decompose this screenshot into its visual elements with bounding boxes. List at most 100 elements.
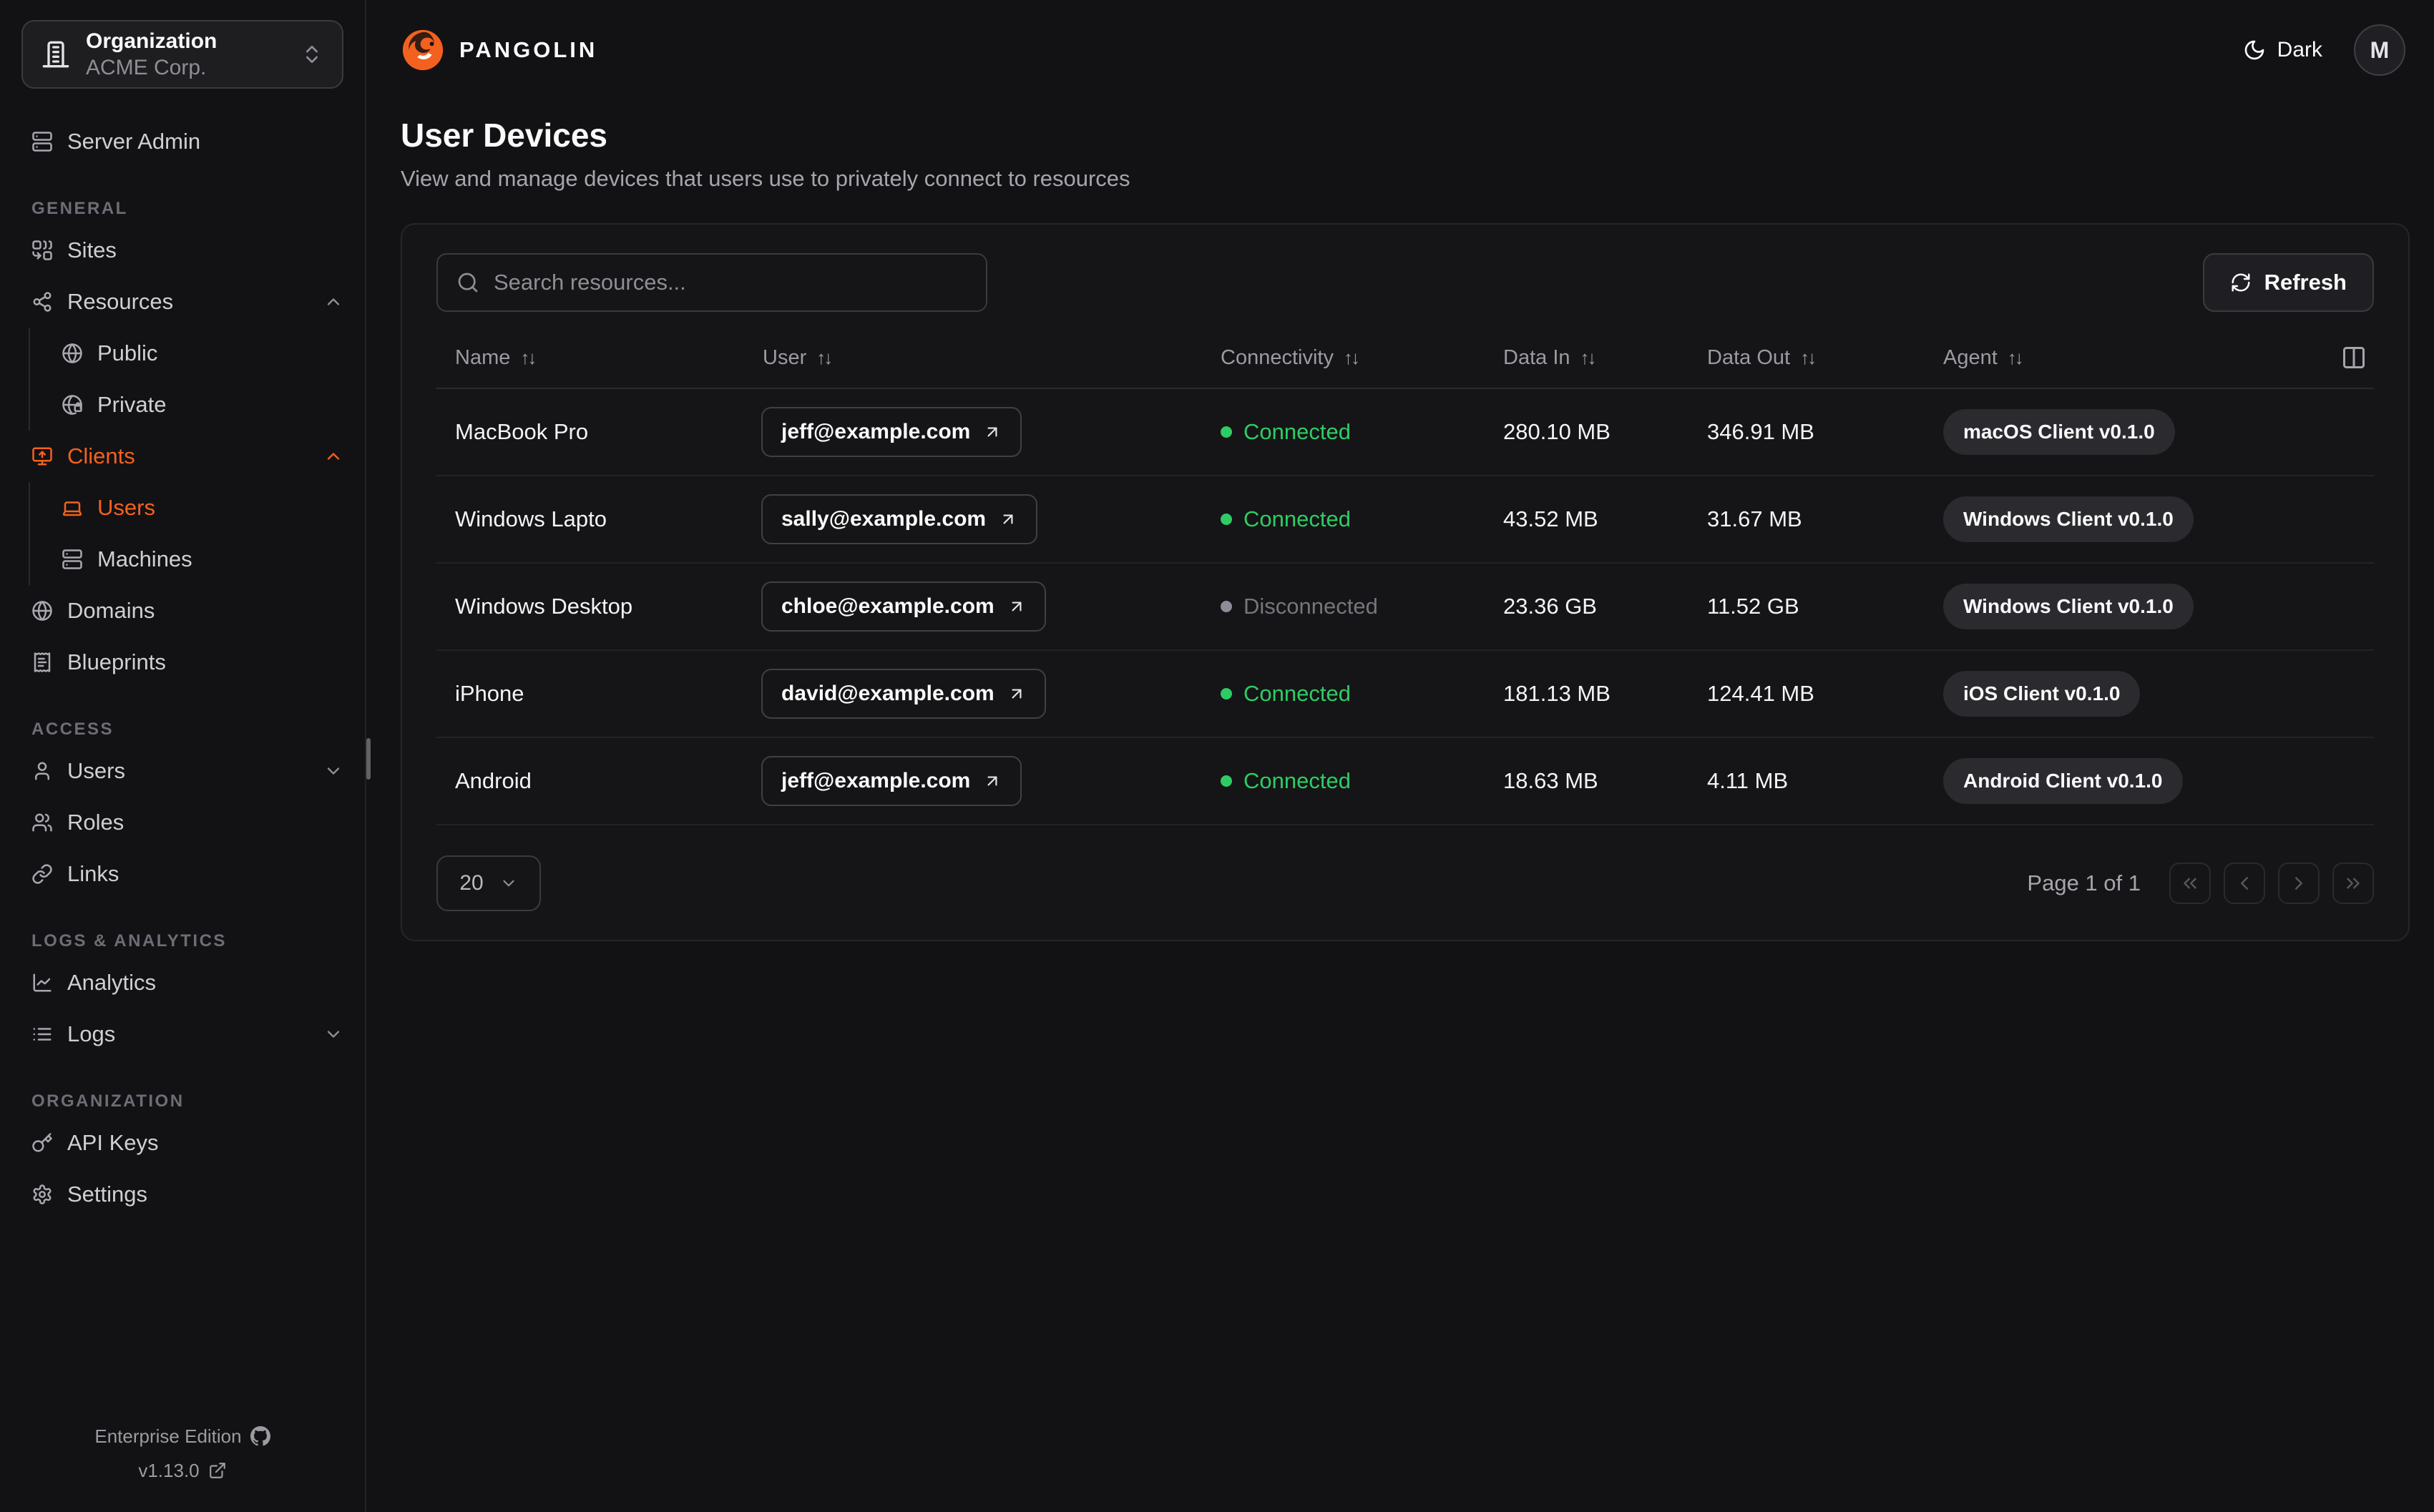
- sidebar-item-analytics[interactable]: Analytics: [0, 957, 365, 1008]
- brand[interactable]: PANGOLIN: [401, 28, 597, 72]
- sidebar-item-label: Public: [97, 340, 158, 365]
- connectivity-status: Connected: [1221, 506, 1485, 532]
- data-in-value: 181.13 MB: [1503, 681, 1611, 706]
- theme-label: Dark: [2277, 38, 2322, 62]
- refresh-label: Refresh: [2264, 270, 2347, 295]
- user-link-button[interactable]: david@example.com: [761, 669, 1046, 719]
- sidebar-item-machines[interactable]: Machines: [30, 534, 365, 585]
- status-dot: [1221, 426, 1232, 438]
- data-out-value: 346.91 MB: [1707, 419, 1814, 444]
- sidebar-item-domains[interactable]: Domains: [0, 585, 365, 637]
- device-name: Android: [455, 768, 532, 793]
- avatar-initial: M: [2370, 36, 2390, 63]
- next-page-button[interactable]: [2278, 863, 2320, 904]
- sidebar-item-sites[interactable]: Sites: [0, 225, 365, 276]
- column-header-user[interactable]: User ↑↓: [744, 346, 1202, 370]
- sidebar-item-label: Server Admin: [67, 129, 201, 154]
- arrow-up-right-icon: [983, 772, 1002, 790]
- table-row: iPhone david@example.com Connected 181.1…: [436, 651, 2374, 738]
- sort-icon: ↑↓: [2007, 346, 2024, 368]
- theme-toggle[interactable]: Dark: [2243, 38, 2322, 62]
- sidebar-item-label: Machines: [97, 546, 192, 571]
- data-in-value: 23.36 GB: [1503, 594, 1597, 619]
- table-header: Name ↑↓ User ↑↓ Connectivity ↑↓ Data In …: [436, 328, 2374, 389]
- refresh-button[interactable]: Refresh: [2202, 253, 2374, 312]
- user-link-button[interactable]: jeff@example.com: [761, 756, 1022, 806]
- data-out-value: 4.11 MB: [1707, 768, 1789, 793]
- user-link-button[interactable]: sally@example.com: [761, 494, 1038, 544]
- sidebar-item-links[interactable]: Links: [0, 848, 365, 900]
- sidebar-item-label: Analytics: [67, 970, 157, 995]
- sidebar-item-server-admin[interactable]: Server Admin: [0, 116, 365, 167]
- page-title: User Devices: [401, 117, 607, 154]
- github-icon[interactable]: [250, 1426, 270, 1446]
- sidebar-item-settings[interactable]: Settings: [0, 1169, 365, 1220]
- section-title-logs-analytics: LOGS & ANALYTICS: [31, 931, 227, 951]
- sidebar: Organization ACME Corp. Server Admin GEN…: [0, 0, 371, 1512]
- page-subtitle: View and manage devices that users use t…: [401, 166, 1130, 191]
- data-out-value: 31.67 MB: [1707, 506, 1802, 531]
- agent-badge: Windows Client v0.1.0: [1943, 584, 2194, 629]
- brand-name: PANGOLIN: [459, 37, 598, 62]
- sidebar-item-blueprints[interactable]: Blueprints: [0, 637, 365, 688]
- device-name: Windows Desktop: [455, 594, 633, 619]
- user-link-button[interactable]: jeff@example.com: [761, 407, 1022, 457]
- arrow-up-right-icon: [999, 510, 1017, 529]
- sidebar-item-api-keys[interactable]: API Keys: [0, 1117, 365, 1169]
- chart-line-icon: [31, 972, 53, 993]
- sidebar-item-private[interactable]: Private: [30, 379, 365, 431]
- sidebar-item-label: Logs: [67, 1021, 116, 1046]
- column-header-data-in[interactable]: Data In ↑↓: [1485, 346, 1688, 370]
- columns-toggle-icon[interactable]: [2341, 345, 2367, 370]
- sidebar-item-public[interactable]: Public: [30, 328, 365, 379]
- status-dot: [1221, 601, 1232, 612]
- column-header-name[interactable]: Name ↑↓: [436, 346, 744, 370]
- scrollbar-thumb[interactable]: [366, 738, 371, 780]
- column-header-connectivity[interactable]: Connectivity ↑↓: [1202, 346, 1485, 370]
- sidebar-item-label: Sites: [67, 237, 117, 262]
- chevron-down-icon: [499, 874, 518, 893]
- sidebar-item-logs[interactable]: Logs: [0, 1008, 365, 1060]
- section-title-organization: ORGANIZATION: [31, 1091, 185, 1111]
- sidebar-item-label: Private: [97, 392, 167, 417]
- agent-badge: Windows Client v0.1.0: [1943, 496, 2194, 542]
- server-icon: [31, 131, 53, 152]
- data-in-value: 43.52 MB: [1503, 506, 1598, 531]
- list-icon: [31, 1023, 53, 1045]
- organization-selector[interactable]: Organization ACME Corp.: [21, 20, 343, 89]
- sidebar-item-roles[interactable]: Roles: [0, 797, 365, 848]
- column-header-agent[interactable]: Agent ↑↓: [1925, 345, 2374, 370]
- chevron-down-icon: [323, 761, 343, 781]
- status-dot: [1221, 775, 1232, 787]
- building-icon: [41, 40, 70, 69]
- sort-icon: ↑↓: [1800, 346, 1817, 368]
- column-header-data-out[interactable]: Data Out ↑↓: [1688, 346, 1925, 370]
- devices-card: Refresh Name ↑↓ User ↑↓ Connectivity ↑↓ …: [401, 223, 2410, 941]
- combine-icon: [31, 240, 53, 261]
- page-status: Page 1 of 1: [2027, 870, 2141, 895]
- sidebar-item-clients[interactable]: Clients: [0, 431, 365, 482]
- sort-icon: ↑↓: [816, 346, 833, 368]
- chevron-down-icon: [323, 1024, 343, 1044]
- table-row: MacBook Pro jeff@example.com Connected 2…: [436, 389, 2374, 476]
- first-page-button[interactable]: [2169, 863, 2211, 904]
- agent-badge: macOS Client v0.1.0: [1943, 409, 2175, 455]
- search-box: [436, 253, 987, 312]
- sidebar-item-client-users[interactable]: Users: [30, 482, 365, 534]
- sidebar-item-resources[interactable]: Resources: [0, 276, 365, 328]
- data-out-value: 11.52 GB: [1707, 594, 1799, 619]
- page-size-select[interactable]: 20: [436, 855, 541, 911]
- chevrons-up-down-icon: [300, 43, 323, 66]
- sort-icon: ↑↓: [1343, 346, 1360, 368]
- user-icon: [31, 760, 53, 782]
- user-link-button[interactable]: chloe@example.com: [761, 581, 1046, 632]
- search-input[interactable]: [494, 270, 967, 295]
- sidebar-item-label: Clients: [67, 443, 135, 468]
- version-link[interactable]: v1.13.0: [138, 1460, 226, 1482]
- share-nodes-icon: [31, 291, 53, 313]
- external-link-icon: [208, 1461, 227, 1480]
- sidebar-item-users[interactable]: Users: [0, 745, 365, 797]
- last-page-button[interactable]: [2332, 863, 2374, 904]
- previous-page-button[interactable]: [2224, 863, 2265, 904]
- avatar[interactable]: M: [2354, 24, 2405, 76]
